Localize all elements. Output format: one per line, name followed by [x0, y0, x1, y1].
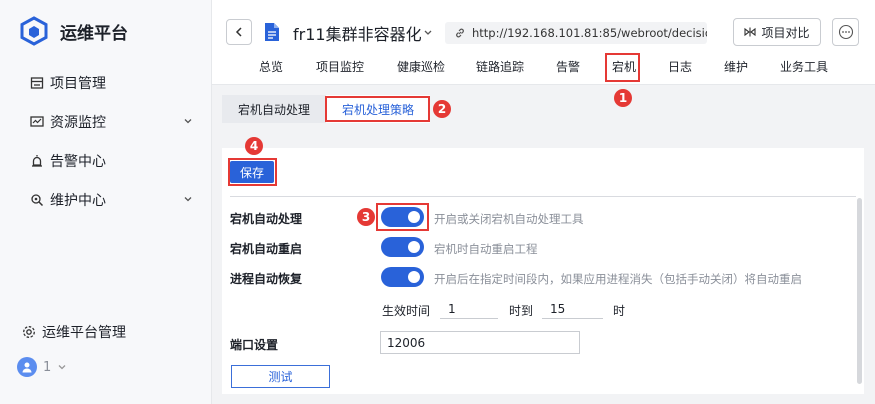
- tab-maintenance[interactable]: 维护: [724, 58, 748, 75]
- tab-health-check[interactable]: 健康巡检: [397, 58, 445, 75]
- scrollbar[interactable]: [857, 198, 862, 384]
- document-icon: [264, 22, 280, 46]
- port-input[interactable]: [380, 331, 580, 354]
- tab-overview[interactable]: 总览: [259, 58, 283, 75]
- platform-management-label: 运维平台管理: [42, 325, 126, 341]
- auto-handle-desc: 开启或关闭宕机自动处理工具: [434, 212, 584, 226]
- tab-business-tools[interactable]: 业务工具: [780, 58, 828, 75]
- tab-log[interactable]: 日志: [668, 58, 692, 75]
- sidebar: 运维平台 项目管理 资源监控 告警中心 维护中心 运维平台管理 1: [0, 0, 212, 404]
- port-label: 端口设置: [230, 338, 279, 352]
- project-name[interactable]: fr11集群非容器化: [293, 21, 422, 45]
- sidebar-item-project[interactable]: 项目管理: [30, 72, 193, 94]
- back-button[interactable]: [226, 19, 252, 45]
- process-recovery-label: 进程自动恢复: [230, 272, 303, 286]
- alarm-icon: [30, 154, 44, 168]
- sidebar-item-label: 告警中心: [50, 154, 106, 170]
- annotation-badge-3: 3: [357, 208, 375, 226]
- sidebar-item-maintenance[interactable]: 维护中心: [30, 189, 193, 211]
- maintenance-icon: [30, 193, 44, 207]
- annotation-badge-4: 4: [245, 137, 263, 155]
- user-number: 1: [43, 359, 52, 375]
- time-to-label: 时到: [509, 304, 534, 318]
- compare-label: 项目对比: [761, 25, 810, 40]
- url-text: http://192.168.101.81:85/webroot/decisio…: [472, 26, 707, 40]
- annotation-badge-1: 1: [614, 89, 632, 107]
- url-field[interactable]: http://192.168.101.81:85/webroot/decisio…: [445, 22, 707, 44]
- hour-unit-label: 时: [613, 304, 626, 318]
- start-hour-input[interactable]: [440, 299, 498, 319]
- monitor-icon: [30, 115, 44, 129]
- tab-trace[interactable]: 链路追踪: [476, 58, 524, 75]
- highlight-strategy-subtab: [325, 96, 430, 122]
- annotation-badge-2: 2: [433, 100, 451, 118]
- auto-restart-label: 宕机自动重启: [230, 242, 303, 256]
- more-button[interactable]: [832, 18, 859, 46]
- cube-logo-icon: [20, 16, 48, 46]
- chevron-down-icon[interactable]: [423, 27, 433, 42]
- sidebar-item-label: 项目管理: [50, 76, 106, 92]
- test-button[interactable]: 测试: [231, 365, 330, 388]
- sidebar-item-label: 维护中心: [50, 193, 106, 209]
- avatar: [17, 357, 37, 377]
- highlight-downtime-tab: [605, 53, 640, 82]
- highlight-auto-handle-toggle: [376, 203, 429, 231]
- auto-handle-label: 宕机自动处理: [230, 212, 303, 226]
- auto-restart-desc: 宕机时自动重启工程: [434, 242, 538, 256]
- chevron-left-icon: [234, 26, 244, 38]
- link-icon: [454, 27, 466, 39]
- more-icon: [838, 24, 854, 40]
- process-recovery-toggle[interactable]: [381, 267, 424, 287]
- project-icon: [30, 76, 44, 90]
- effective-time-label: 生效时间: [382, 304, 431, 318]
- gear-icon: [22, 325, 36, 339]
- auto-restart-toggle[interactable]: [381, 237, 424, 257]
- tab-project-monitor[interactable]: 项目监控: [316, 58, 364, 75]
- panel-divider: [230, 196, 856, 197]
- brand-title: 运维平台: [60, 23, 128, 44]
- sidebar-item-alarm[interactable]: 告警中心: [30, 150, 193, 172]
- chevron-down-icon: [57, 362, 67, 372]
- subtab-auto-handle[interactable]: 宕机自动处理: [222, 95, 326, 123]
- platform-management-link[interactable]: 运维平台管理: [22, 322, 126, 342]
- sidebar-item-label: 资源监控: [50, 115, 106, 131]
- user-menu[interactable]: 1: [17, 357, 67, 377]
- sidebar-item-monitor[interactable]: 资源监控: [30, 111, 193, 133]
- compare-icon: [744, 26, 757, 38]
- highlight-save-button: [228, 158, 277, 186]
- tab-alarm[interactable]: 告警: [556, 58, 580, 75]
- chevron-down-icon: [183, 192, 193, 208]
- process-recovery-desc: 开启后在指定时间段内，如果应用进程消失（包括手动关闭）将自动重启: [434, 272, 802, 286]
- chevron-down-icon: [183, 114, 193, 130]
- brand[interactable]: 运维平台: [20, 16, 128, 46]
- compare-button[interactable]: 项目对比: [733, 18, 821, 46]
- end-hour-input[interactable]: [542, 299, 603, 319]
